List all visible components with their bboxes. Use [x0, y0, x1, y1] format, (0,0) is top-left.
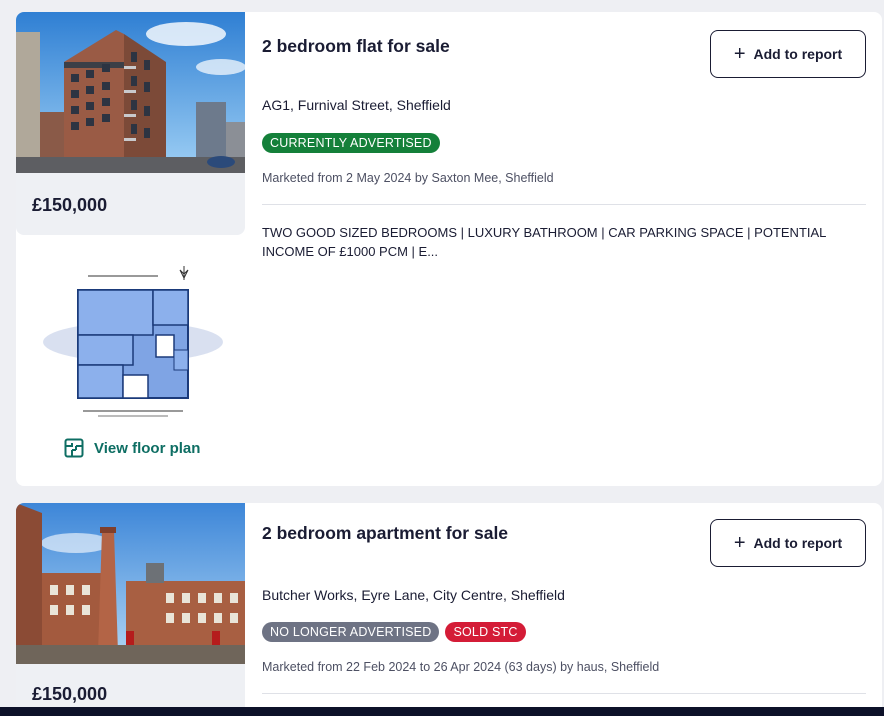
- property-photo[interactable]: [16, 12, 245, 173]
- divider: [262, 204, 866, 205]
- price-panel: £150,000: [16, 173, 245, 235]
- status-badge-sold-stc: SOLD STC: [445, 622, 526, 642]
- bottom-bar: [0, 707, 884, 716]
- listing-details: 2 bedroom apartment for sale + Add to re…: [262, 503, 882, 716]
- add-to-report-label: Add to report: [753, 46, 843, 62]
- divider: [262, 693, 866, 694]
- status-badge-advertised: CURRENTLY ADVERTISED: [262, 133, 440, 153]
- plus-icon: +: [733, 532, 746, 554]
- marketed-info: Marketed from 22 Feb 2024 to 26 Apr 2024…: [262, 660, 660, 674]
- listing-title[interactable]: 2 bedroom flat for sale: [262, 36, 450, 57]
- listing-summary: TWO GOOD SIZED BEDROOMS | LUXURY BATHROO…: [262, 225, 826, 259]
- status-badges: CURRENTLY ADVERTISED: [262, 133, 440, 153]
- listing-address: AG1, Furnival Street, Sheffield: [262, 97, 451, 113]
- listing-media: £150,000: [16, 503, 245, 716]
- status-badges: NO LONGER ADVERTISED SOLD STC: [262, 622, 526, 642]
- listing-details: 2 bedroom flat for sale + Add to report …: [262, 12, 882, 486]
- plus-icon: +: [733, 43, 746, 65]
- listing-card[interactable]: £150,000 2 bedroom apartment for sale + …: [16, 503, 882, 716]
- status-badge-no-longer-advertised: NO LONGER ADVERTISED: [262, 622, 440, 642]
- add-to-report-button[interactable]: + Add to report: [710, 519, 866, 567]
- listing-price: £150,000: [32, 195, 108, 215]
- view-floor-plan-label: View floor plan: [94, 439, 201, 457]
- property-photo[interactable]: [16, 503, 245, 664]
- add-to-report-button[interactable]: + Add to report: [710, 30, 866, 78]
- listing-price: £150,000: [32, 684, 108, 704]
- marketed-info: Marketed from 2 May 2024 by Saxton Mee, …: [262, 171, 554, 185]
- view-floor-plan-link[interactable]: View floor plan: [64, 438, 200, 458]
- add-to-report-label: Add to report: [753, 535, 843, 551]
- floor-plan-thumbnail[interactable]: [38, 250, 228, 420]
- listing-media: £150,000: [16, 12, 245, 486]
- listing-card[interactable]: £150,000 View floor plan 2 bedroom flat …: [16, 12, 882, 486]
- floor-plan-icon: [64, 438, 84, 458]
- listing-address: Butcher Works, Eyre Lane, City Centre, S…: [262, 587, 565, 603]
- listing-title[interactable]: 2 bedroom apartment for sale: [262, 523, 508, 544]
